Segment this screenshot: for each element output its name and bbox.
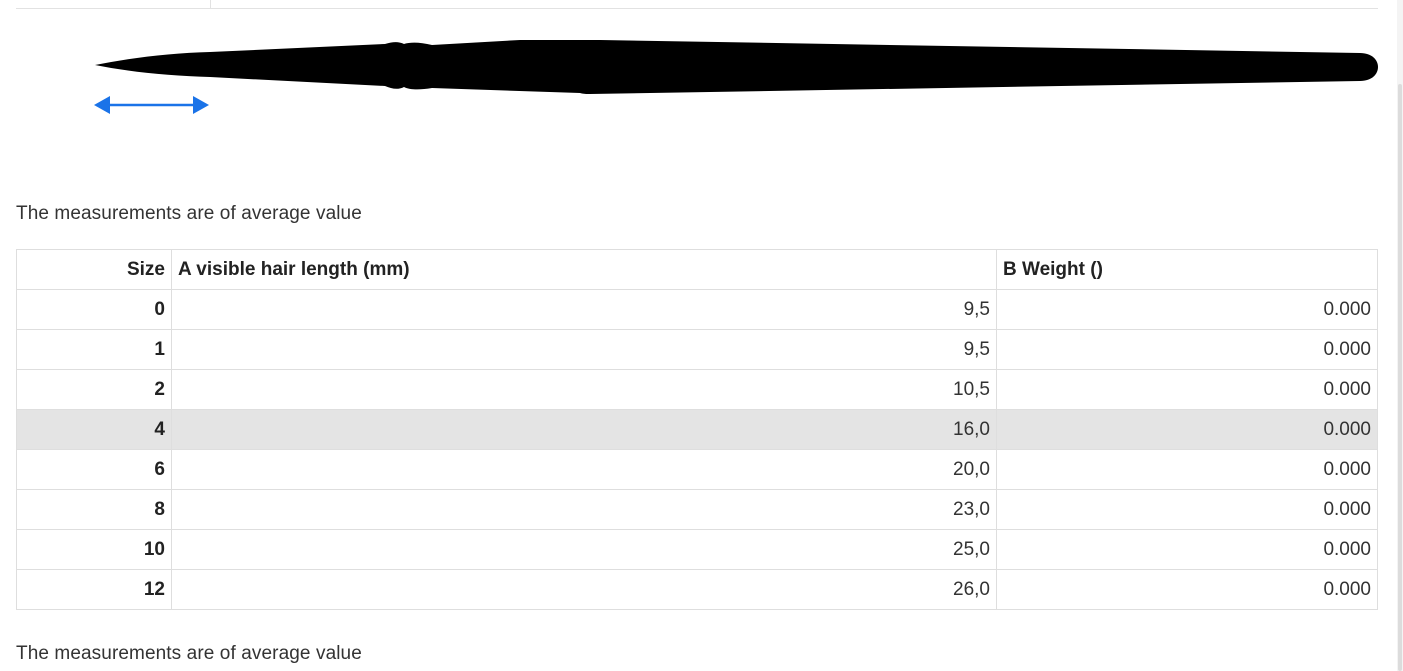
weight-column-header: B Weight () xyxy=(996,249,1378,290)
hair-length-cell: 10,5 xyxy=(171,369,997,410)
scrollbar-thumb[interactable] xyxy=(1398,84,1402,671)
weight-cell: 0.000 xyxy=(996,329,1378,370)
table-row: 6 20,0 0.000 xyxy=(16,449,1378,490)
hair-length-column-header: A visible hair length (mm) xyxy=(171,249,997,290)
table-row-highlighted: 4 16,0 0.000 xyxy=(16,409,1378,450)
hair-length-cell: 26,0 xyxy=(171,569,997,610)
size-cell: 4 xyxy=(16,409,172,450)
size-column-header: Size xyxy=(16,249,172,290)
hair-length-cell: 23,0 xyxy=(171,489,997,530)
table-row: 0 9,5 0.000 xyxy=(16,289,1378,330)
hair-length-arrow xyxy=(94,96,209,114)
page: The measurements are of average value Si… xyxy=(0,0,1403,671)
size-cell: 10 xyxy=(16,529,172,570)
measurement-note: The measurements are of average value xyxy=(16,203,362,224)
size-cell: 1 xyxy=(16,329,172,370)
table-row: 10 25,0 0.000 xyxy=(16,529,1378,570)
weight-cell: 0.000 xyxy=(996,569,1378,610)
table-row: 2 10,5 0.000 xyxy=(16,369,1378,410)
size-cell: 8 xyxy=(16,489,172,530)
hair-length-cell: 9,5 xyxy=(171,289,997,330)
weight-cell: 0.000 xyxy=(996,369,1378,410)
weight-cell: 0.000 xyxy=(996,289,1378,330)
paintbrush-silhouette xyxy=(95,40,1378,94)
brush-size-table: Size A visible hair length (mm) B Weight… xyxy=(16,249,1378,610)
tab-strip-edge xyxy=(16,0,1378,9)
weight-cell: 0.000 xyxy=(996,409,1378,450)
size-cell: 2 xyxy=(16,369,172,410)
table-row: 12 26,0 0.000 xyxy=(16,569,1378,610)
hair-length-cell: 9,5 xyxy=(171,329,997,370)
hair-length-cell: 16,0 xyxy=(171,409,997,450)
hair-length-cell: 25,0 xyxy=(171,529,997,570)
brush-diagram xyxy=(94,40,1378,114)
size-cell: 6 xyxy=(16,449,172,490)
measurement-note-footer: The measurements are of average value xyxy=(16,643,362,664)
page-scrollbar[interactable] xyxy=(1397,0,1403,671)
weight-cell: 0.000 xyxy=(996,529,1378,570)
table-row: 1 9,5 0.000 xyxy=(16,329,1378,370)
size-cell: 0 xyxy=(16,289,172,330)
weight-cell: 0.000 xyxy=(996,449,1378,490)
table-header-row: Size A visible hair length (mm) B Weight… xyxy=(16,249,1378,290)
tab-divider xyxy=(210,0,211,8)
hair-length-cell: 20,0 xyxy=(171,449,997,490)
size-cell: 12 xyxy=(16,569,172,610)
table-row: 8 23,0 0.000 xyxy=(16,489,1378,530)
weight-cell: 0.000 xyxy=(996,489,1378,530)
